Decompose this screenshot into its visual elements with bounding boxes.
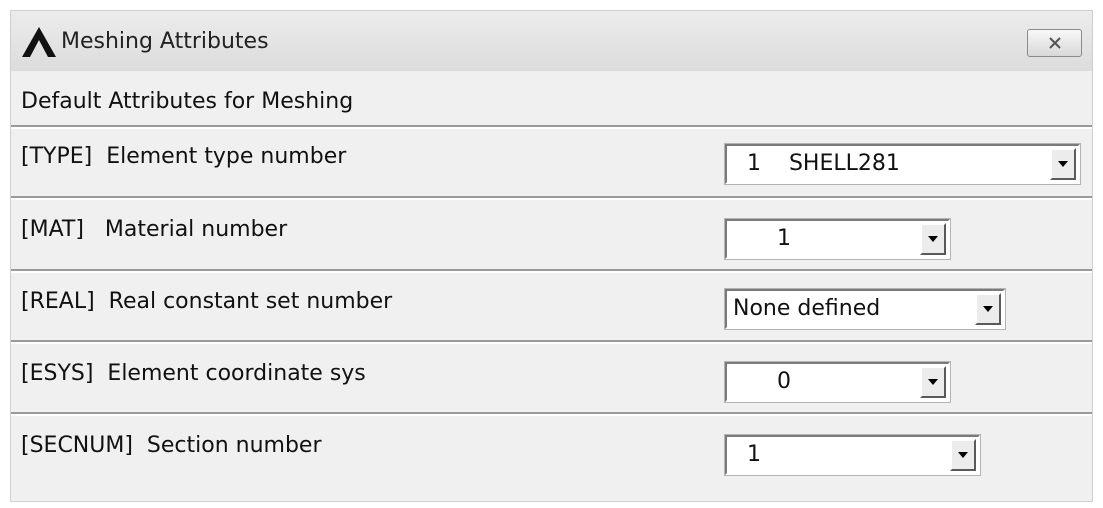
element-coordinate-dropdown-arrow[interactable] (920, 366, 946, 398)
type-label: [TYPE] Element type number (21, 144, 347, 169)
material-dropdown[interactable]: 1 (725, 219, 950, 259)
real-label: [REAL] Real constant set number (21, 289, 393, 314)
section-number-dropdown-value: 1 (747, 442, 761, 467)
real-constant-dropdown-value: None defined (733, 296, 881, 321)
divider (11, 269, 1092, 273)
divider (11, 125, 1092, 129)
meshing-attributes-dialog: Meshing Attributes Default Attributes fo… (10, 10, 1093, 502)
esys-label: [ESYS] Element coordinate sys (21, 361, 366, 386)
chevron-down-icon (958, 452, 968, 458)
divider (11, 412, 1092, 416)
window-title: Meshing Attributes (61, 29, 269, 54)
close-icon (1049, 37, 1061, 49)
mat-label: [MAT] Material number (21, 217, 288, 242)
dialog-header: Default Attributes for Meshing (21, 89, 354, 114)
material-dropdown-arrow[interactable] (920, 223, 946, 255)
material-dropdown-value: 1 (777, 226, 791, 251)
chevron-down-icon (928, 379, 938, 385)
type-dropdown-value: 1 SHELL281 (747, 151, 900, 176)
type-dropdown[interactable]: 1 SHELL281 (725, 144, 1080, 184)
chevron-down-icon (928, 236, 938, 242)
ansys-logo-icon (19, 25, 59, 59)
section-number-dropdown[interactable]: 1 (725, 435, 980, 475)
element-coordinate-dropdown[interactable]: 0 (725, 362, 950, 402)
element-coordinate-dropdown-value: 0 (777, 369, 791, 394)
divider (11, 196, 1092, 200)
real-constant-dropdown-arrow[interactable] (975, 293, 1001, 325)
real-constant-dropdown[interactable]: None defined (725, 289, 1005, 329)
secnum-label: [SECNUM] Section number (21, 433, 322, 458)
chevron-down-icon (983, 306, 993, 312)
chevron-down-icon (1058, 161, 1068, 167)
title-bar[interactable]: Meshing Attributes (11, 11, 1092, 71)
divider (11, 340, 1092, 344)
close-button[interactable] (1027, 29, 1082, 57)
type-dropdown-arrow[interactable] (1050, 148, 1076, 180)
section-number-dropdown-arrow[interactable] (950, 439, 976, 471)
